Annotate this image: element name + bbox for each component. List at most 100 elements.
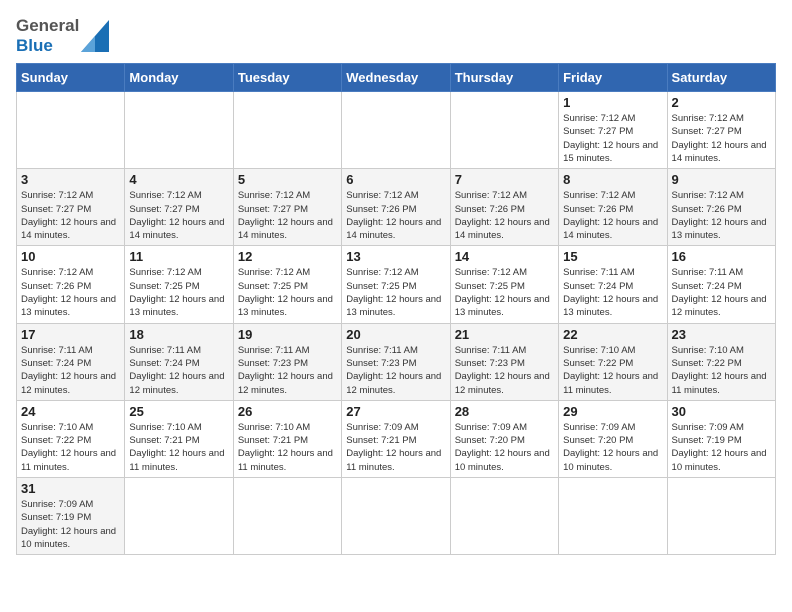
day-number: 20 <box>346 327 445 342</box>
day-info: Sunrise: 7:10 AM Sunset: 7:21 PM Dayligh… <box>129 421 228 474</box>
day-info: Sunrise: 7:10 AM Sunset: 7:21 PM Dayligh… <box>238 421 337 474</box>
calendar-table: SundayMondayTuesdayWednesdayThursdayFrid… <box>16 63 776 555</box>
header: General Blue <box>16 16 776 55</box>
day-info: Sunrise: 7:12 AM Sunset: 7:26 PM Dayligh… <box>346 189 445 242</box>
day-number: 5 <box>238 172 337 187</box>
calendar-cell: 24Sunrise: 7:10 AM Sunset: 7:22 PM Dayli… <box>17 400 125 477</box>
calendar-cell <box>667 478 775 555</box>
day-number: 21 <box>455 327 554 342</box>
day-info: Sunrise: 7:11 AM Sunset: 7:24 PM Dayligh… <box>21 344 120 397</box>
calendar-cell <box>342 92 450 169</box>
weekday-header-monday: Monday <box>125 64 233 92</box>
calendar-week-3: 10 Sunrise: 7:12 AM Sunset: 7:26 PM Dayli… <box>17 246 776 323</box>
calendar-cell: 11 Sunrise: 7:12 AM Sunset: 7:25 PM Dayli… <box>125 246 233 323</box>
calendar-cell: 10 Sunrise: 7:12 AM Sunset: 7:26 PM Dayli… <box>17 246 125 323</box>
calendar-cell: 16 Sunrise: 7:11 AM Sunset: 7:24 PM Dayli… <box>667 246 775 323</box>
weekday-header-sunday: Sunday <box>17 64 125 92</box>
day-number: 4 <box>129 172 228 187</box>
day-number: 26 <box>238 404 337 419</box>
day-number: 22 <box>563 327 662 342</box>
day-info: Sunrise: 7:09 AM Sunset: 7:20 PM Dayligh… <box>563 421 662 474</box>
calendar-cell: 3Sunrise: 7:12 AM Sunset: 7:27 PM Daylig… <box>17 169 125 246</box>
day-info: Sunrise: 7:12 AM Sunset: 7:25 PM Dayligh… <box>129 266 228 319</box>
day-number: 7 <box>455 172 554 187</box>
calendar-cell <box>233 478 341 555</box>
day-number: 25 <box>129 404 228 419</box>
calendar-cell: 21 Sunrise: 7:11 AM Sunset: 7:23 PM Dayli… <box>450 323 558 400</box>
logo: General Blue <box>16 16 109 55</box>
day-number: 29 <box>563 404 662 419</box>
day-info: Sunrise: 7:12 AM Sunset: 7:27 PM Dayligh… <box>129 189 228 242</box>
day-info: Sunrise: 7:12 AM Sunset: 7:26 PM Dayligh… <box>455 189 554 242</box>
calendar-week-1: 1Sunrise: 7:12 AM Sunset: 7:27 PM Daylig… <box>17 92 776 169</box>
day-info: Sunrise: 7:12 AM Sunset: 7:27 PM Dayligh… <box>563 112 662 165</box>
calendar-cell: 12Sunrise: 7:12 AM Sunset: 7:25 PM Dayli… <box>233 246 341 323</box>
calendar-cell: 20 Sunrise: 7:11 AM Sunset: 7:23 PM Dayli… <box>342 323 450 400</box>
calendar-cell <box>233 92 341 169</box>
day-info: Sunrise: 7:09 AM Sunset: 7:19 PM Dayligh… <box>21 498 120 551</box>
day-info: Sunrise: 7:11 AM Sunset: 7:23 PM Dayligh… <box>238 344 337 397</box>
day-info: Sunrise: 7:10 AM Sunset: 7:22 PM Dayligh… <box>672 344 771 397</box>
day-info: Sunrise: 7:12 AM Sunset: 7:25 PM Dayligh… <box>238 266 337 319</box>
day-number: 11 <box>129 249 228 264</box>
day-number: 31 <box>21 481 120 496</box>
day-info: Sunrise: 7:12 AM Sunset: 7:26 PM Dayligh… <box>563 189 662 242</box>
day-info: Sunrise: 7:11 AM Sunset: 7:24 PM Dayligh… <box>672 266 771 319</box>
calendar-cell: 2Sunrise: 7:12 AM Sunset: 7:27 PM Daylig… <box>667 92 775 169</box>
day-info: Sunrise: 7:11 AM Sunset: 7:24 PM Dayligh… <box>129 344 228 397</box>
day-number: 9 <box>672 172 771 187</box>
day-number: 16 <box>672 249 771 264</box>
calendar-cell: 30 Sunrise: 7:09 AM Sunset: 7:19 PM Dayli… <box>667 400 775 477</box>
day-number: 19 <box>238 327 337 342</box>
calendar-cell: 28Sunrise: 7:09 AM Sunset: 7:20 PM Dayli… <box>450 400 558 477</box>
day-number: 27 <box>346 404 445 419</box>
calendar-cell: 8Sunrise: 7:12 AM Sunset: 7:26 PM Daylig… <box>559 169 667 246</box>
calendar-week-5: 24Sunrise: 7:10 AM Sunset: 7:22 PM Dayli… <box>17 400 776 477</box>
day-number: 30 <box>672 404 771 419</box>
day-info: Sunrise: 7:09 AM Sunset: 7:20 PM Dayligh… <box>455 421 554 474</box>
day-number: 13 <box>346 249 445 264</box>
day-number: 3 <box>21 172 120 187</box>
logo-general: General <box>16 16 79 36</box>
calendar-cell: 9 Sunrise: 7:12 AM Sunset: 7:26 PM Daylig… <box>667 169 775 246</box>
day-info: Sunrise: 7:11 AM Sunset: 7:24 PM Dayligh… <box>563 266 662 319</box>
day-info: Sunrise: 7:12 AM Sunset: 7:27 PM Dayligh… <box>238 189 337 242</box>
calendar-cell: 27 Sunrise: 7:09 AM Sunset: 7:21 PM Dayli… <box>342 400 450 477</box>
day-info: Sunrise: 7:11 AM Sunset: 7:23 PM Dayligh… <box>346 344 445 397</box>
calendar-cell: 22Sunrise: 7:10 AM Sunset: 7:22 PM Dayli… <box>559 323 667 400</box>
day-info: Sunrise: 7:12 AM Sunset: 7:26 PM Dayligh… <box>21 266 120 319</box>
calendar-cell: 19 Sunrise: 7:11 AM Sunset: 7:23 PM Dayli… <box>233 323 341 400</box>
day-info: Sunrise: 7:09 AM Sunset: 7:21 PM Dayligh… <box>346 421 445 474</box>
day-number: 23 <box>672 327 771 342</box>
weekday-header-thursday: Thursday <box>450 64 558 92</box>
calendar-week-2: 3 Sunrise: 7:12 AM Sunset: 7:27 PM Daylig… <box>17 169 776 246</box>
calendar-cell <box>125 92 233 169</box>
calendar-cell <box>17 92 125 169</box>
day-info: Sunrise: 7:12 AM Sunset: 7:26 PM Dayligh… <box>672 189 771 242</box>
day-number: 6 <box>346 172 445 187</box>
calendar-cell <box>450 92 558 169</box>
calendar-cell: 6 Sunrise: 7:12 AM Sunset: 7:26 PM Daylig… <box>342 169 450 246</box>
calendar-cell: 25 Sunrise: 7:10 AM Sunset: 7:21 PM Dayli… <box>125 400 233 477</box>
day-number: 24 <box>21 404 120 419</box>
calendar-cell: 7 Sunrise: 7:12 AM Sunset: 7:26 PM Daylig… <box>450 169 558 246</box>
calendar-cell <box>450 478 558 555</box>
day-info: Sunrise: 7:12 AM Sunset: 7:25 PM Dayligh… <box>455 266 554 319</box>
calendar-cell: 31 Sunrise: 7:09 AM Sunset: 7:19 PM Dayli… <box>17 478 125 555</box>
day-number: 15 <box>563 249 662 264</box>
calendar-cell <box>559 478 667 555</box>
logo-blue: Blue <box>16 36 79 56</box>
day-info: Sunrise: 7:11 AM Sunset: 7:23 PM Dayligh… <box>455 344 554 397</box>
calendar-cell: 17Sunrise: 7:11 AM Sunset: 7:24 PM Dayli… <box>17 323 125 400</box>
day-number: 2 <box>672 95 771 110</box>
calendar-cell: 18Sunrise: 7:11 AM Sunset: 7:24 PM Dayli… <box>125 323 233 400</box>
calendar-week-4: 17Sunrise: 7:11 AM Sunset: 7:24 PM Dayli… <box>17 323 776 400</box>
weekday-header-row: SundayMondayTuesdayWednesdayThursdayFrid… <box>17 64 776 92</box>
day-number: 10 <box>21 249 120 264</box>
logo-icon <box>81 20 109 52</box>
calendar-cell: 4 Sunrise: 7:12 AM Sunset: 7:27 PM Daylig… <box>125 169 233 246</box>
weekday-header-tuesday: Tuesday <box>233 64 341 92</box>
calendar-cell: 15 Sunrise: 7:11 AM Sunset: 7:24 PM Dayli… <box>559 246 667 323</box>
day-info: Sunrise: 7:09 AM Sunset: 7:19 PM Dayligh… <box>672 421 771 474</box>
calendar-cell: 29 Sunrise: 7:09 AM Sunset: 7:20 PM Dayli… <box>559 400 667 477</box>
